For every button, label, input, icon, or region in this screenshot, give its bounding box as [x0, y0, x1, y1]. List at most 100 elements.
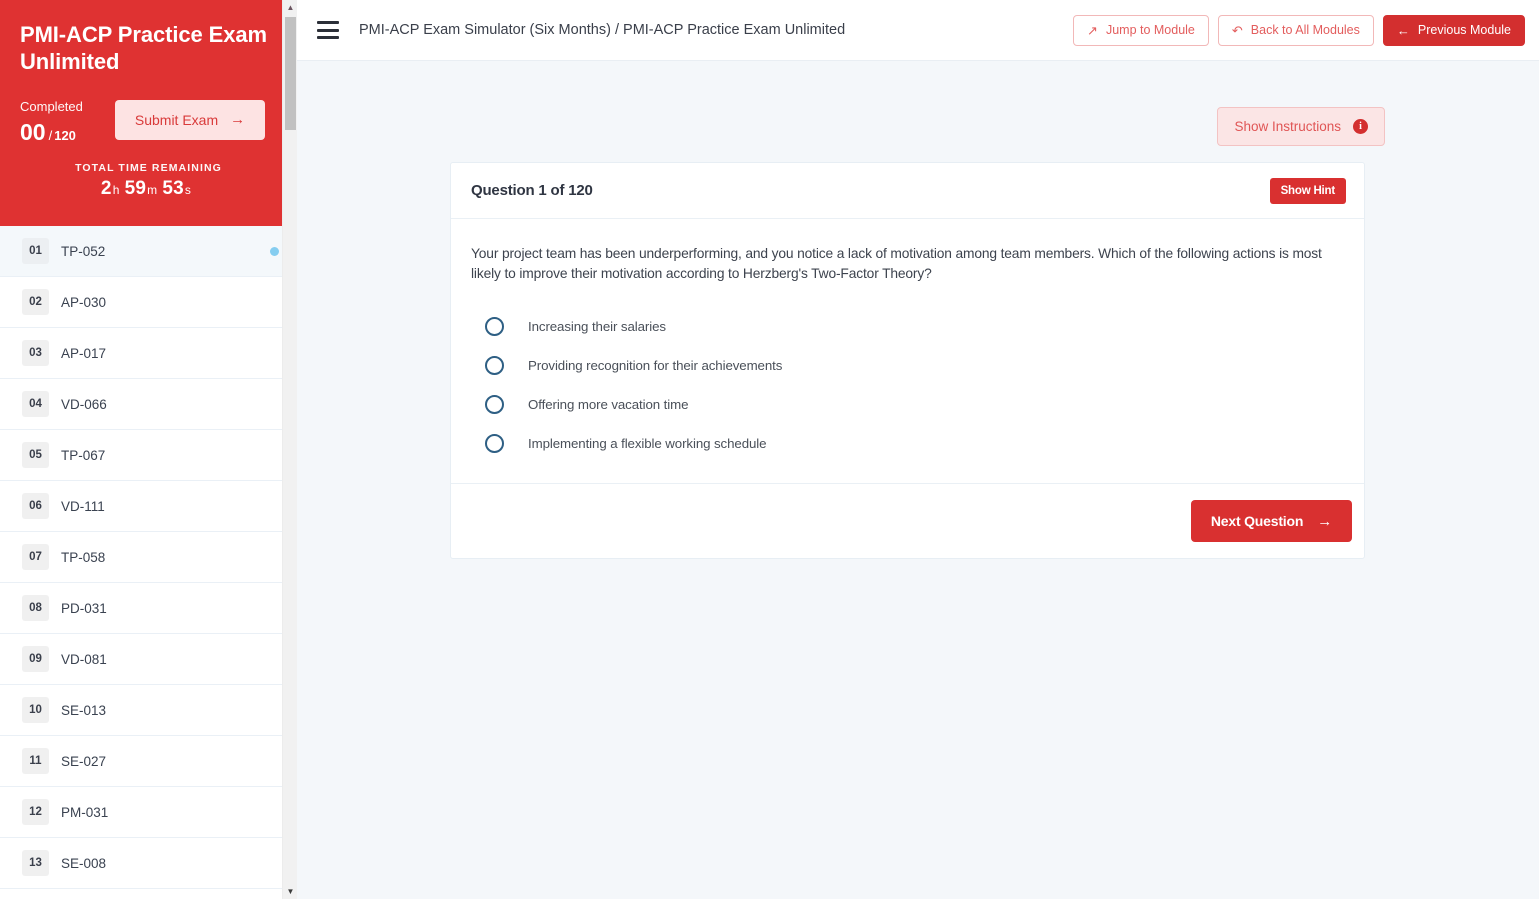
answer-option[interactable]: Increasing their salaries	[471, 307, 1344, 346]
question-nav-code: VD-111	[61, 498, 105, 514]
question-nav-item[interactable]: 14	[0, 889, 297, 899]
question-nav-item[interactable]: 02 AP-030	[0, 277, 297, 328]
question-nav-number: 13	[22, 850, 49, 876]
show-hint-button[interactable]: Show Hint	[1269, 177, 1346, 204]
question-card-footer: Next Question →	[451, 483, 1364, 558]
completed-label: Completed	[20, 98, 83, 114]
question-nav-item[interactable]: 10 SE-013	[0, 685, 297, 736]
breadcrumb: PMI-ACP Exam Simulator (Six Months) / PM…	[359, 22, 846, 38]
info-icon: i	[1353, 119, 1368, 134]
question-nav-code: TP-052	[61, 243, 106, 259]
question-text: Your project team has been underperformi…	[471, 246, 1322, 281]
topbar-button-label: Previous Module	[1417, 22, 1511, 37]
completed-row: Completed 00/120 Submit Exam →	[20, 99, 277, 144]
topbar-actions: ↗ Jump to Module ↶ Back to All Modules ← Prev…	[1073, 14, 1525, 46]
question-nav-code: SE-027	[61, 753, 107, 769]
completed-total-value: 120	[54, 127, 76, 143]
question-nav-number: 07	[22, 544, 49, 570]
timer-minutes-unit: m	[147, 182, 158, 197]
answer-option[interactable]: Providing recognition for their achievem…	[471, 346, 1344, 385]
answer-option-label: Offering more vacation time	[528, 397, 689, 413]
hamburger-icon[interactable]	[317, 21, 339, 39]
radio-button-icon[interactable]	[485, 395, 504, 415]
scroll-up-arrow-icon[interactable]: ▲	[283, 0, 297, 15]
question-nav-item[interactable]: 05 TP-067	[0, 430, 297, 481]
arrow-right-icon: →	[230, 111, 246, 129]
question-nav-item[interactable]: 03 AP-017	[0, 328, 297, 379]
question-nav-number: 11	[22, 748, 49, 774]
next-question-button[interactable]: Next Question →	[1190, 500, 1352, 543]
question-card: Question 1 of 120 Show Hint Your project…	[450, 162, 1365, 560]
radio-button-icon[interactable]	[485, 317, 504, 337]
timer-minutes: 59	[124, 177, 147, 199]
question-nav-number: 08	[22, 595, 49, 621]
timer-seconds-unit: s	[184, 182, 192, 197]
content-area: Show Instructions i Question 1 of 120 Sh…	[297, 61, 1539, 560]
submit-exam-button[interactable]: Submit Exam →	[114, 99, 266, 140]
question-nav-code: PD-031	[61, 600, 107, 616]
timer: TOTAL TIME REMAINING 2h 59m 53s	[20, 162, 277, 200]
radio-button-icon[interactable]	[485, 356, 504, 376]
topbar-button-icon: ←	[1396, 22, 1410, 38]
timer-value: 2h 59m 53s	[20, 178, 277, 200]
question-nav-item[interactable]: 08 PD-031	[0, 583, 297, 634]
completed-separator: /	[48, 127, 53, 143]
answer-option[interactable]: Implementing a flexible working schedule	[471, 424, 1344, 463]
question-nav-number: 02	[22, 289, 49, 315]
question-nav-code: SE-008	[61, 855, 107, 871]
current-question-dot-icon	[270, 246, 279, 256]
main-content: PMI-ACP Exam Simulator (Six Months) / PM…	[297, 0, 1539, 899]
timer-hours: 2	[100, 177, 112, 199]
question-nav-number: 04	[22, 391, 49, 417]
show-instructions-label: Show Instructions	[1234, 119, 1341, 134]
completed-counter: 00/120	[20, 118, 83, 145]
question-nav-item[interactable]: 04 VD-066	[0, 379, 297, 430]
question-nav-number: 01	[22, 238, 49, 264]
question-nav-code: TP-058	[61, 549, 106, 565]
topbar-button-label: Back to All Modules	[1250, 22, 1360, 37]
topbar-button[interactable]: ← Previous Module	[1382, 14, 1525, 46]
question-nav-code: VD-081	[61, 651, 107, 667]
question-nav-number: 10	[22, 697, 49, 723]
completed-block: Completed 00/120	[20, 100, 83, 144]
question-nav-code: VD-066	[61, 396, 107, 412]
answer-option-label: Providing recognition for their achievem…	[528, 358, 783, 374]
question-nav-number: 09	[22, 646, 49, 672]
question-nav-code: AP-017	[61, 345, 107, 361]
question-nav-item[interactable]: 01 TP-052	[0, 226, 297, 277]
timer-hours-unit: h	[112, 182, 120, 197]
question-nav-number: 05	[22, 442, 49, 468]
question-nav-item[interactable]: 12 PM-031	[0, 787, 297, 838]
question-nav-item[interactable]: 09 VD-081	[0, 634, 297, 685]
topbar-button[interactable]: ↗ Jump to Module	[1073, 14, 1209, 46]
question-card-header: Question 1 of 120 Show Hint	[451, 163, 1364, 219]
question-navigator-list[interactable]: 01 TP-052 02 AP-030 03 AP-017 04 VD-066 05 TP-067…	[0, 226, 297, 899]
sidebar-scrollbar[interactable]: ▲ ▼	[282, 0, 297, 899]
answer-options[interactable]: Increasing their salaries Providing recog…	[471, 307, 1344, 463]
question-nav-item[interactable]: 07 TP-058	[0, 532, 297, 583]
answer-option-label: Implementing a flexible working schedule	[528, 436, 767, 452]
question-nav-item[interactable]: 06 VD-111	[0, 481, 297, 532]
radio-button-icon[interactable]	[485, 434, 504, 454]
completed-count-value: 00	[20, 118, 46, 145]
question-card-body: Your project team has been underperformi…	[451, 219, 1364, 483]
answer-option-label: Increasing their salaries	[528, 319, 666, 335]
arrow-right-icon: →	[1317, 512, 1332, 530]
question-nav-code: TP-067	[61, 447, 106, 463]
answer-option[interactable]: Offering more vacation time	[471, 385, 1344, 424]
question-nav-item[interactable]: 13 SE-008	[0, 838, 297, 889]
sidebar: PMI-ACP Practice Exam Unlimited Complete…	[0, 0, 297, 899]
show-instructions-button[interactable]: Show Instructions i	[1217, 107, 1385, 146]
question-nav-number: 03	[22, 340, 49, 366]
topbar-button[interactable]: ↶ Back to All Modules	[1217, 14, 1374, 46]
question-nav-number: 12	[22, 799, 49, 825]
scroll-down-arrow-icon[interactable]: ▼	[283, 884, 297, 899]
topbar-button-icon: ↗	[1087, 22, 1098, 38]
topbar-button-label: Jump to Module	[1105, 22, 1195, 37]
sidebar-header: PMI-ACP Practice Exam Unlimited Complete…	[0, 0, 297, 226]
timer-label: TOTAL TIME REMAINING	[75, 161, 222, 174]
scrollbar-thumb[interactable]	[285, 17, 296, 130]
topbar: PMI-ACP Exam Simulator (Six Months) / PM…	[297, 0, 1539, 61]
question-nav-code: PM-031	[61, 804, 109, 820]
question-nav-item[interactable]: 11 SE-027	[0, 736, 297, 787]
